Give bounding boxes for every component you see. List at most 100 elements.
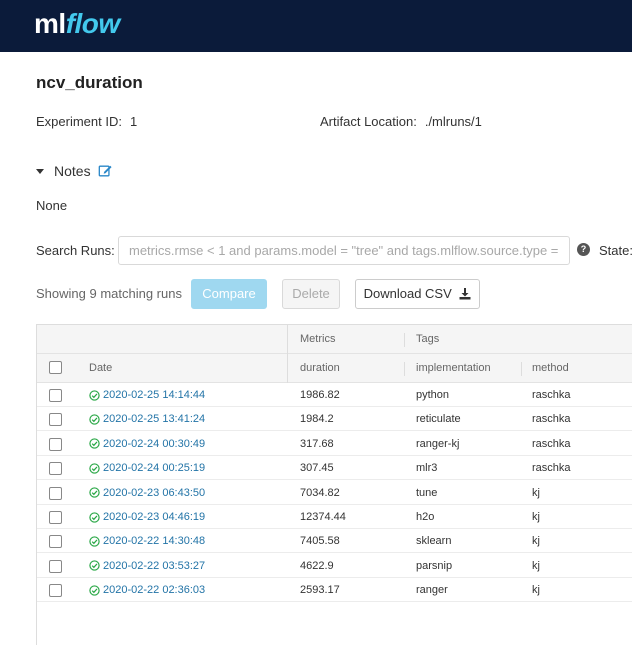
table-row[interactable]: 2020-02-24 00:30:49 317.68 ranger-kj raschk… [37, 432, 632, 456]
run-date-link[interactable]: 2020-02-24 00:30:49 [89, 432, 205, 456]
edit-icon[interactable] [98, 164, 112, 178]
duration-cell: 2593.17 [300, 584, 340, 597]
artifact-location-label: Artifact Location: [320, 114, 417, 129]
implementation-cell: ranger [416, 584, 448, 597]
success-check-icon [89, 463, 100, 474]
method-column-header[interactable]: method [532, 354, 569, 383]
download-csv-button[interactable]: Download CSV [355, 279, 480, 309]
row-checkbox[interactable] [49, 462, 62, 476]
duration-cell: 317.68 [300, 437, 334, 450]
state-label: State: [599, 243, 632, 258]
run-date-text: 2020-02-25 13:41:24 [103, 413, 206, 426]
success-check-icon [89, 585, 100, 596]
artifact-location-value: ./mlruns/1 [424, 114, 482, 129]
run-date-link[interactable]: 2020-02-22 03:53:27 [89, 554, 205, 578]
table-group-header: Metrics Tags [37, 325, 632, 354]
row-checkbox[interactable] [49, 584, 62, 598]
table-row[interactable]: 2020-02-22 02:36:03 2593.17 ranger kj [37, 578, 632, 603]
runs-table: Metrics Tags Date duration implementatio… [36, 324, 632, 645]
experiment-id-value: 1 [129, 114, 138, 129]
method-cell: kj [532, 511, 540, 523]
run-date-text: 2020-02-22 03:53:27 [103, 559, 206, 572]
duration-cell: 12374.44 [300, 511, 346, 523]
implementation-cell: tune [416, 486, 438, 499]
artifact-location: Artifact Location: ./mlruns/1 [320, 114, 482, 129]
success-check-icon [89, 536, 100, 547]
implementation-cell: python [416, 389, 450, 401]
method-cell: raschka [532, 413, 571, 426]
implementation-cell: mlr3 [416, 462, 438, 475]
run-date-text: 2020-02-22 02:36:03 [103, 584, 206, 597]
duration-cell: 1986.82 [300, 389, 340, 401]
run-date-link[interactable]: 2020-02-22 02:36:03 [89, 578, 205, 602]
table-row[interactable]: 2020-02-23 04:46:19 12374.44 h2o kj [37, 505, 632, 529]
implementation-cell: ranger-kj [416, 437, 460, 450]
column-divider [521, 362, 522, 376]
success-check-icon [89, 511, 100, 523]
success-check-icon [89, 438, 100, 449]
table-row[interactable]: 2020-02-25 14:14:44 1986.82 python raschka [37, 383, 632, 407]
success-check-icon [89, 414, 100, 425]
row-checkbox[interactable] [49, 437, 62, 451]
notes-label: Notes [54, 163, 91, 179]
help-icon[interactable]: ? [577, 243, 590, 256]
row-checkbox[interactable] [49, 389, 62, 402]
metrics-group-header: Metrics [300, 333, 336, 345]
duration-cell: 1984.2 [300, 413, 334, 426]
row-checkbox[interactable] [49, 511, 62, 524]
compare-button[interactable]: Compare [191, 279, 267, 309]
success-check-icon [89, 560, 100, 571]
top-nav-bar: mlflow [0, 0, 632, 52]
run-date-link[interactable]: 2020-02-22 14:30:48 [89, 529, 205, 553]
method-cell: kj [532, 559, 540, 572]
duration-column-header[interactable]: duration [300, 354, 340, 383]
implementation-column-header[interactable]: implementation [416, 354, 491, 383]
duration-cell: 4622.9 [300, 559, 334, 572]
duration-cell: 7405.58 [300, 535, 340, 548]
row-checkbox[interactable] [49, 486, 62, 500]
row-checkbox[interactable] [49, 413, 62, 427]
row-checkbox[interactable] [49, 559, 62, 573]
run-date-link[interactable]: 2020-02-23 06:43:50 [89, 481, 205, 505]
table-column-header: Date duration implementation method [37, 354, 632, 383]
duration-cell: 7034.82 [300, 486, 340, 499]
select-all-checkbox[interactable] [49, 361, 62, 374]
table-row[interactable]: 2020-02-22 14:30:48 7405.58 sklearn kj [37, 529, 632, 554]
run-date-link[interactable]: 2020-02-25 14:14:44 [89, 383, 205, 407]
row-checkbox[interactable] [49, 535, 62, 549]
search-runs-label: Search Runs: [36, 243, 115, 258]
table-row[interactable]: 2020-02-23 06:43:50 7034.82 tune kj [37, 481, 632, 505]
date-column-header[interactable]: Date [89, 354, 112, 383]
method-cell: raschka [532, 389, 571, 401]
duration-cell: 307.45 [300, 462, 334, 475]
run-date-text: 2020-02-23 04:46:19 [103, 511, 206, 523]
download-csv-label: Download CSV [363, 286, 452, 301]
method-cell: kj [532, 584, 540, 597]
column-divider [287, 325, 288, 383]
method-cell: raschka [532, 462, 571, 475]
method-cell: kj [532, 486, 540, 499]
implementation-cell: h2o [416, 511, 435, 523]
method-cell: raschka [532, 437, 571, 450]
table-row[interactable]: 2020-02-25 13:41:24 1984.2 reticulate rasch… [37, 407, 632, 432]
notes-toggle[interactable]: Notes [36, 163, 112, 179]
delete-button[interactable]: Delete [282, 279, 340, 309]
search-runs-input[interactable] [118, 236, 570, 265]
notes-content: None [36, 198, 68, 213]
download-icon [459, 288, 471, 300]
caret-down-icon [36, 168, 44, 174]
success-check-icon [89, 389, 100, 401]
table-row[interactable]: 2020-02-22 03:53:27 4622.9 parsnip kj [37, 554, 632, 578]
run-date-text: 2020-02-24 00:30:49 [103, 437, 206, 450]
success-check-icon [89, 487, 100, 498]
column-divider [404, 333, 405, 347]
run-date-text: 2020-02-25 14:14:44 [103, 389, 206, 401]
implementation-cell: sklearn [416, 535, 452, 548]
mlflow-logo[interactable]: mlflow [34, 8, 120, 40]
run-date-link[interactable]: 2020-02-25 13:41:24 [89, 407, 205, 431]
run-date-link[interactable]: 2020-02-23 04:46:19 [89, 505, 205, 529]
page-title: ncv_duration [36, 73, 143, 92]
table-row[interactable]: 2020-02-24 00:25:19 307.45 mlr3 raschka [37, 456, 632, 481]
method-cell: kj [532, 535, 540, 548]
run-date-link[interactable]: 2020-02-24 00:25:19 [89, 456, 205, 480]
